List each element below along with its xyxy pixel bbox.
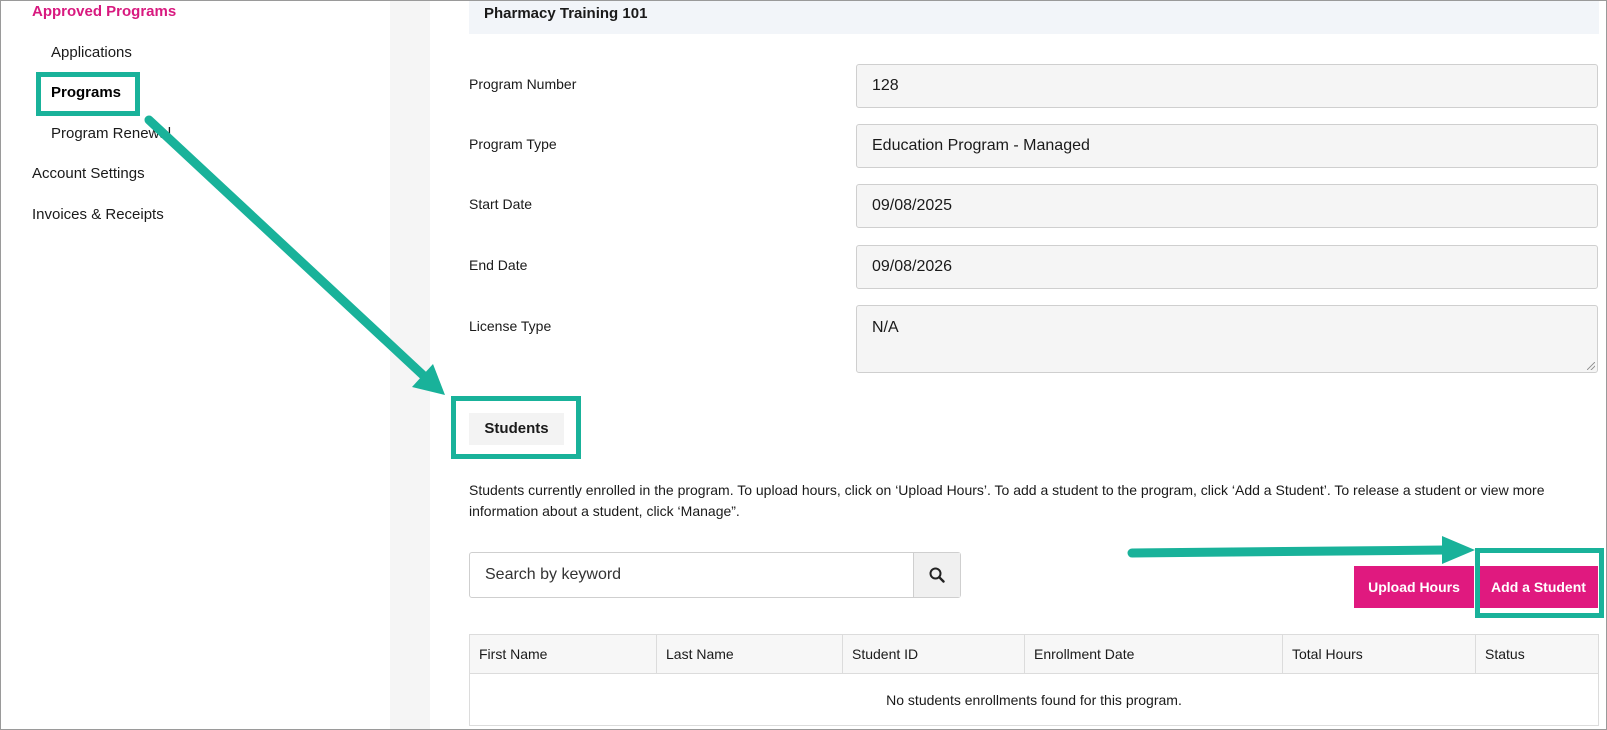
- sidebar-section-approved-programs[interactable]: Approved Programs: [32, 3, 176, 20]
- start-date-field[interactable]: 09/08/2025: [856, 184, 1598, 228]
- page-title: Pharmacy Training 101: [469, 0, 1599, 34]
- table-header: First Name Last Name Student ID Enrollme…: [470, 635, 1598, 674]
- column-first-name[interactable]: First Name: [470, 635, 657, 673]
- students-description: Students currently enrolled in the progr…: [469, 482, 1545, 519]
- search-button[interactable]: [913, 553, 960, 597]
- tab-students[interactable]: Students: [469, 413, 564, 445]
- program-type-field[interactable]: Education Program - Managed: [856, 124, 1598, 168]
- column-enrollment-date[interactable]: Enrollment Date: [1025, 635, 1283, 673]
- search-box: [469, 552, 961, 598]
- sidebar-item-program-renewal[interactable]: Program Renewal: [51, 125, 171, 142]
- table-empty-message: No students enrollments found for this p…: [886, 692, 1182, 708]
- column-status[interactable]: Status: [1476, 635, 1598, 673]
- content-gutter: [390, 0, 430, 730]
- program-number-field[interactable]: 128: [856, 64, 1598, 108]
- sidebar-item-applications[interactable]: Applications: [51, 44, 132, 61]
- upload-hours-button[interactable]: Upload Hours: [1354, 566, 1474, 608]
- column-last-name[interactable]: Last Name: [657, 635, 843, 673]
- end-date-field[interactable]: 09/08/2026: [856, 245, 1598, 289]
- sidebar-item-programs[interactable]: Programs: [51, 84, 121, 101]
- add-student-button[interactable]: Add a Student: [1479, 566, 1598, 608]
- end-date-label: End Date: [469, 257, 528, 273]
- license-type-label: License Type: [469, 318, 552, 334]
- start-date-label: Start Date: [469, 196, 533, 212]
- column-total-hours[interactable]: Total Hours: [1283, 635, 1476, 673]
- program-number-label: Program Number: [469, 76, 577, 92]
- search-input[interactable]: [470, 553, 914, 597]
- students-table: First Name Last Name Student ID Enrollme…: [469, 634, 1599, 726]
- resize-grip-icon[interactable]: [1587, 362, 1595, 370]
- program-type-label: Program Type: [469, 136, 557, 152]
- sidebar-item-account-settings[interactable]: Account Settings: [32, 165, 145, 182]
- column-student-id[interactable]: Student ID: [843, 635, 1025, 673]
- sidebar: Approved Programs Applications Programs …: [0, 0, 390, 730]
- license-type-field[interactable]: N/A: [856, 305, 1598, 373]
- license-type-value: N/A: [872, 319, 899, 336]
- sidebar-item-invoices-receipts[interactable]: Invoices & Receipts: [32, 206, 164, 223]
- search-icon: [929, 567, 945, 583]
- arrow-to-add-student-icon: [1127, 536, 1475, 564]
